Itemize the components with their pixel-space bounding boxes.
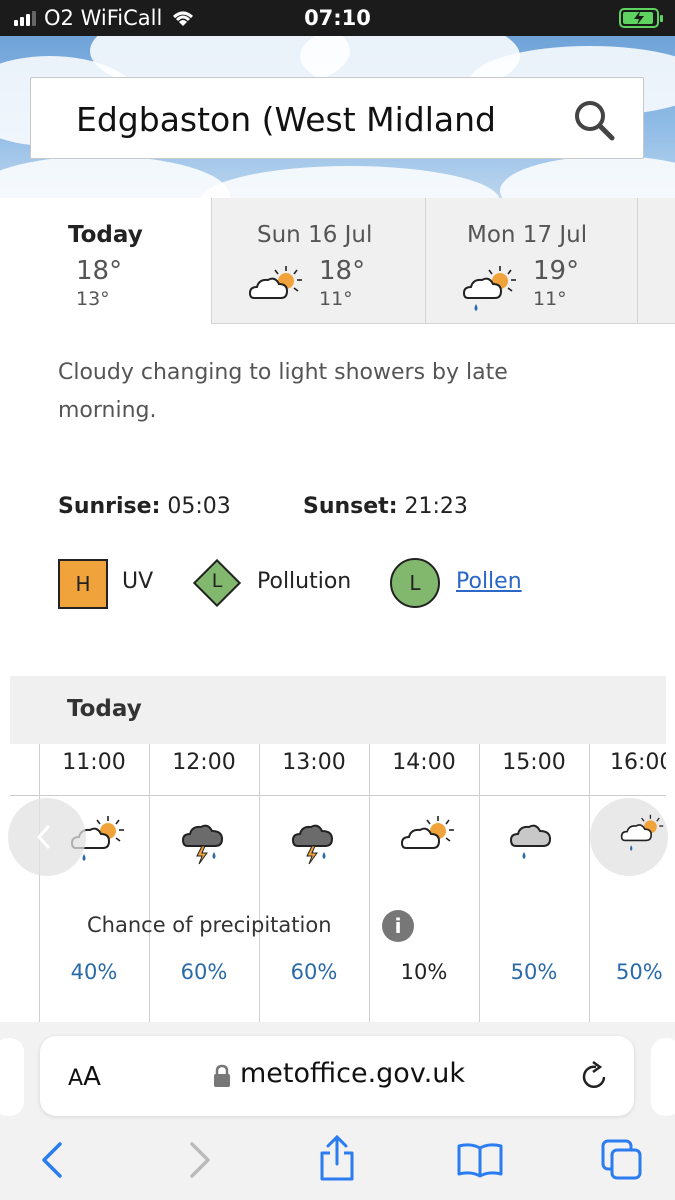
browser-bottom-bar: AA metoffice.gov.uk — [0, 1022, 675, 1200]
sunrise-label: Sunrise: — [58, 494, 161, 519]
forecast-summary: Cloudy changing to light showers by late… — [58, 360, 508, 423]
hourly-title: Today — [67, 696, 142, 722]
precipitation-label: Chance of precipitation — [87, 913, 332, 937]
pollen-link[interactable]: Pollen — [456, 569, 522, 594]
search-icon[interactable] — [570, 96, 618, 144]
precip-value: 50% — [616, 960, 663, 984]
tabs-icon[interactable] — [600, 1138, 644, 1182]
forward-icon[interactable] — [186, 1140, 214, 1180]
reader-text-size-button[interactable]: AA — [68, 1062, 101, 1092]
hour-label-partial: 0 — [0, 750, 42, 775]
precip-value: 50% — [510, 960, 558, 984]
max-temp: 18° — [76, 256, 123, 286]
sunny-intervals-icon — [248, 266, 302, 299]
hour-label: 15:00 — [502, 750, 566, 775]
max-temp: 19° — [533, 256, 580, 286]
day-tab-sun-16-jul[interactable]: Sun 16 Jul 18° 11° — [212, 198, 426, 324]
day-tab-next[interactable] — [638, 198, 675, 324]
hour-label: 13:00 — [282, 750, 346, 775]
hourly-header: Today — [10, 676, 666, 744]
sunny-intervals-icon — [400, 816, 454, 849]
sunset-time: 21:23 — [404, 494, 468, 519]
precip-value: 40% — [70, 960, 118, 984]
status-bar: O2 WiFiCall 07:10 — [0, 0, 675, 36]
previous-tab-preview[interactable] — [0, 1038, 24, 1116]
battery-icon — [619, 8, 663, 28]
share-icon[interactable] — [318, 1134, 356, 1182]
sunset: Sunset: 21:23 — [303, 494, 468, 519]
precip-value: 10% — [400, 960, 448, 984]
min-temp: 11° — [533, 288, 567, 310]
thunder-shower-icon — [292, 824, 334, 865]
location-search-input[interactable]: Edgbaston (West Midland — [30, 77, 644, 159]
next-tab-preview[interactable] — [651, 1038, 675, 1116]
bookmarks-icon[interactable] — [456, 1142, 504, 1178]
cloudy-shower-icon — [510, 824, 552, 859]
thunder-shower-icon — [182, 824, 224, 865]
sunrise: Sunrise: 05:03 — [58, 494, 231, 519]
hour-label: 14:00 — [392, 750, 456, 775]
chevron-left-icon — [36, 824, 51, 850]
day-tab-mon-17-jul[interactable]: Mon 17 Jul 19° 11° — [426, 198, 638, 324]
aa-big: A — [83, 1062, 101, 1092]
precip-value: 60% — [180, 960, 228, 984]
uv-level-badge: H — [58, 559, 108, 609]
sunset-label: Sunset: — [303, 494, 398, 519]
day-tab-label: Sun 16 Jul — [257, 222, 373, 248]
lock-icon — [214, 1064, 230, 1087]
hourly-forecast: Today 0 11:00 12:00 13:00 14:00 15:00 16… — [8, 676, 668, 1022]
day-tab-label: Today — [68, 222, 143, 248]
min-temp: 11° — [319, 288, 353, 310]
scroll-right-button[interactable] — [590, 798, 668, 876]
reload-icon[interactable] — [578, 1060, 610, 1092]
day-tab-today[interactable]: Today 18° 13° — [0, 198, 212, 324]
hour-label: 16:00 — [610, 750, 666, 775]
light-shower-icon — [620, 814, 664, 851]
day-tab-label: Mon 17 Jul — [467, 222, 588, 248]
min-temp: 13° — [76, 288, 110, 310]
uv-label: UV — [122, 569, 154, 594]
day-tabs: Today 18° 13° Sun 16 Jul 18° 11° Mon 17 … — [0, 198, 675, 324]
light-shower-icon — [462, 266, 516, 311]
url-text: metoffice.gov.uk — [240, 1058, 466, 1089]
pollution-label: Pollution — [257, 569, 352, 594]
address-bar[interactable]: AA metoffice.gov.uk — [40, 1036, 634, 1116]
hour-label: 12:00 — [172, 750, 236, 775]
precip-value: 60% — [290, 960, 338, 984]
location-search-value: Edgbaston (West Midland — [76, 100, 496, 139]
pollen-level-badge: L — [390, 558, 440, 608]
max-temp: 18° — [319, 256, 366, 286]
hour-label: 11:00 — [62, 750, 126, 775]
status-time: 07:10 — [304, 6, 371, 30]
sunrise-time: 05:03 — [167, 494, 231, 519]
scroll-left-button[interactable] — [8, 798, 86, 876]
aa-small: A — [68, 1066, 84, 1091]
pollution-level: L — [211, 570, 223, 592]
info-icon[interactable]: i — [382, 910, 414, 942]
back-icon[interactable] — [38, 1140, 66, 1180]
